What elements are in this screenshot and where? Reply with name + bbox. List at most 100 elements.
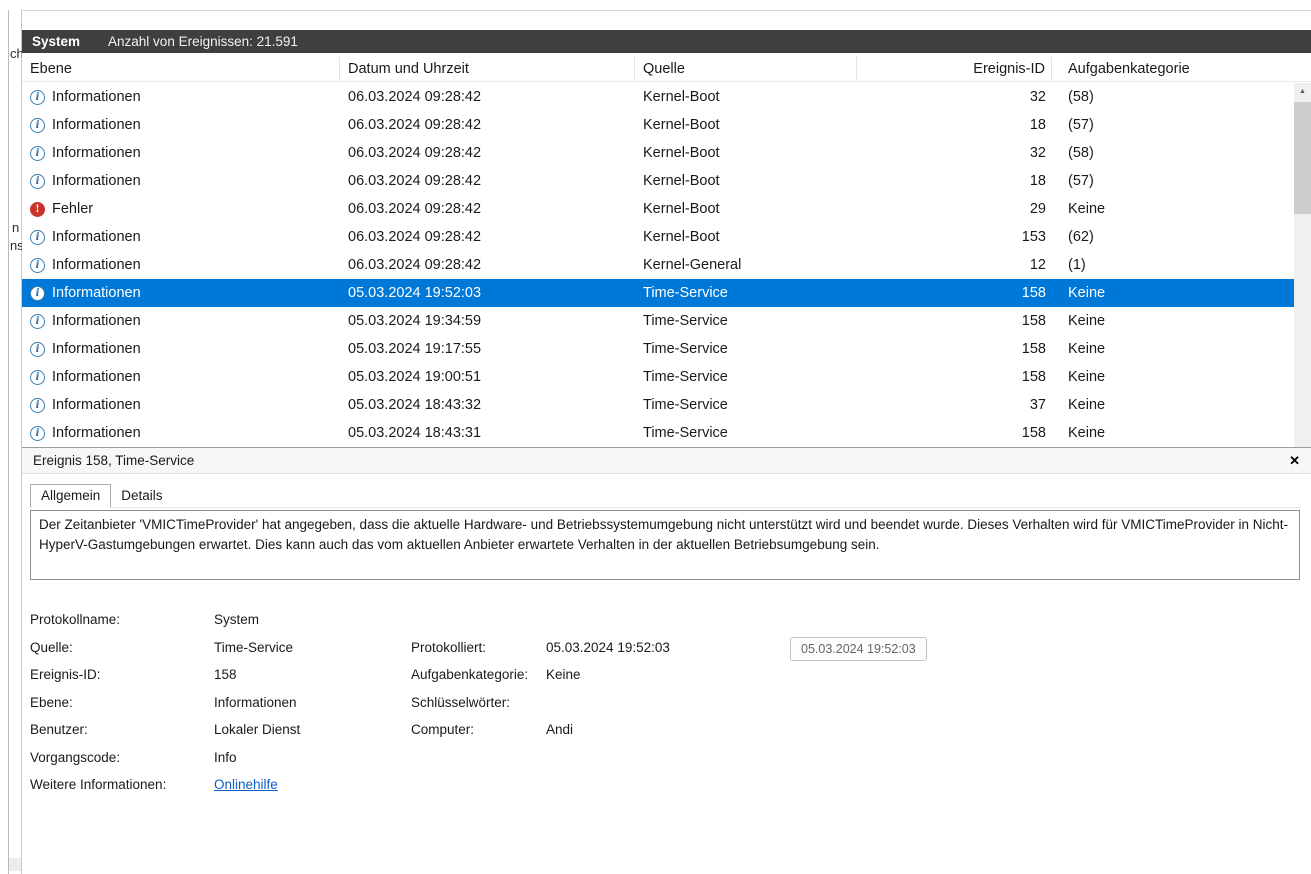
cell-source: Kernel-Boot [635, 223, 857, 251]
cell-source: Time-Service [635, 279, 857, 307]
field-row: Ereignis-ID: 158 Aufgabenkategorie: Kein… [30, 667, 1300, 695]
level-text: Informationen [52, 369, 141, 385]
field-value: Keine [546, 667, 1300, 682]
field-row: Benutzer: Lokaler Dienst Computer: Andi [30, 722, 1300, 750]
scrollbar-thumb[interactable] [1294, 102, 1311, 214]
level-text: Informationen [52, 285, 141, 301]
tree-text-fragment[interactable]: ch [10, 46, 22, 61]
error-icon [30, 202, 45, 217]
cell-source: Time-Service [635, 419, 857, 443]
table-row[interactable]: Informationen 05.03.2024 19:00:51 Time-S… [22, 363, 1294, 391]
table-row[interactable]: Informationen 06.03.2024 09:28:42 Kernel… [22, 251, 1294, 279]
event-viewer-screen: ch n ns System Anzahl von Ereignissen: 2… [0, 0, 1311, 874]
info-icon [30, 118, 45, 133]
cell-datetime: 06.03.2024 09:28:42 [340, 223, 635, 251]
level-text: Informationen [52, 229, 141, 245]
cell-category: Keine [1052, 363, 1294, 391]
info-icon [30, 314, 45, 329]
cell-level: Informationen [22, 111, 340, 139]
cell-level: Informationen [22, 363, 340, 391]
field-label: Protokollname: [30, 612, 214, 627]
close-icon[interactable]: ✕ [1289, 453, 1300, 469]
field-value: Lokaler Dienst [214, 722, 411, 737]
table-row[interactable]: Informationen 06.03.2024 09:28:42 Kernel… [22, 167, 1294, 195]
tree-text-fragment[interactable]: ns [10, 238, 22, 253]
column-header-ereignis-id[interactable]: Ereignis-ID [857, 57, 1052, 81]
table-row[interactable]: Informationen 06.03.2024 09:28:42 Kernel… [22, 223, 1294, 251]
level-text: Fehler [52, 201, 93, 217]
tree-text-fragment[interactable]: n [12, 220, 19, 235]
cell-source: Time-Service [635, 307, 857, 335]
field-label: Ebene: [30, 695, 214, 710]
field-label: Benutzer: [30, 722, 214, 737]
level-text: Informationen [52, 257, 141, 273]
field-value: System [214, 612, 411, 627]
info-icon [30, 370, 45, 385]
event-fields: Protokollname: System Quelle: Time-Servi… [30, 612, 1300, 805]
table-row[interactable]: Informationen 06.03.2024 09:28:42 Kernel… [22, 139, 1294, 167]
cell-event-id: 12 [857, 251, 1052, 279]
cell-event-id: 18 [857, 111, 1052, 139]
cell-event-id: 158 [857, 307, 1052, 335]
level-text: Informationen [52, 425, 141, 441]
detail-title-bar: Ereignis 158, Time-Service ✕ [22, 448, 1311, 474]
column-header-datum[interactable]: Datum und Uhrzeit [340, 57, 635, 81]
info-icon [30, 146, 45, 161]
info-icon [30, 174, 45, 189]
tab-details[interactable]: Details [111, 485, 172, 508]
datetime-tooltip: 05.03.2024 19:52:03 [790, 637, 927, 661]
level-text: Informationen [52, 397, 141, 413]
table-row-selected[interactable]: Informationen 05.03.2024 19:52:03 Time-S… [22, 279, 1294, 307]
cell-level: Informationen [22, 223, 340, 251]
table-row[interactable]: Fehler 06.03.2024 09:28:42 Kernel-Boot 2… [22, 195, 1294, 223]
field-value: Andi [546, 722, 1300, 737]
cell-datetime: 06.03.2024 09:28:42 [340, 251, 635, 279]
cell-source: Time-Service [635, 335, 857, 363]
vertical-scrollbar[interactable]: ▲ [1294, 83, 1311, 447]
cell-level: Informationen [22, 391, 340, 419]
table-row[interactable]: Informationen 05.03.2024 19:17:55 Time-S… [22, 335, 1294, 363]
cell-datetime: 05.03.2024 19:17:55 [340, 335, 635, 363]
table-row[interactable]: Informationen 05.03.2024 19:34:59 Time-S… [22, 307, 1294, 335]
info-icon [30, 230, 45, 245]
event-detail-pane: Ereignis 158, Time-Service ✕ Allgemein D… [22, 447, 1311, 874]
cell-event-id: 158 [857, 419, 1052, 443]
cell-datetime: 06.03.2024 09:28:42 [340, 139, 635, 167]
level-text: Informationen [52, 117, 141, 133]
table-row[interactable]: Informationen 05.03.2024 18:43:31 Time-S… [22, 419, 1294, 443]
online-help-link[interactable]: Onlinehilfe [214, 777, 278, 792]
info-icon [30, 426, 45, 441]
level-text: Informationen [52, 89, 141, 105]
cell-level: Informationen [22, 139, 340, 167]
table-row[interactable]: Informationen 05.03.2024 18:43:32 Time-S… [22, 391, 1294, 419]
cell-level: Fehler [22, 195, 340, 223]
field-value: Info [214, 750, 411, 765]
field-label: Protokolliert: [411, 640, 546, 655]
cell-category: (1) [1052, 251, 1294, 279]
cell-event-id: 153 [857, 223, 1052, 251]
scroll-up-icon[interactable]: ▲ [1294, 83, 1311, 100]
log-header-bar: System Anzahl von Ereignissen: 21.591 [22, 30, 1311, 53]
cell-category: (58) [1052, 139, 1294, 167]
cell-category: Keine [1052, 279, 1294, 307]
cell-event-id: 158 [857, 363, 1052, 391]
cell-datetime: 05.03.2024 19:34:59 [340, 307, 635, 335]
cell-source: Time-Service [635, 391, 857, 419]
tab-allgemein[interactable]: Allgemein [30, 484, 111, 508]
detail-title: Ereignis 158, Time-Service [33, 453, 1289, 468]
field-label: Schlüsselwörter: [411, 695, 546, 710]
level-text: Informationen [52, 173, 141, 189]
cell-datetime: 05.03.2024 18:43:32 [340, 391, 635, 419]
field-label: Vorgangscode: [30, 750, 214, 765]
field-value: Time-Service [214, 640, 411, 655]
column-header-ebene[interactable]: Ebene [22, 57, 340, 81]
table-row[interactable]: Informationen 06.03.2024 09:28:42 Kernel… [22, 83, 1294, 111]
table-row[interactable]: Informationen 06.03.2024 09:28:42 Kernel… [22, 111, 1294, 139]
column-header-quelle[interactable]: Quelle [635, 57, 857, 81]
column-header-aufgabenkategorie[interactable]: Aufgabenkategorie [1052, 57, 1311, 81]
cell-level: Informationen [22, 279, 340, 307]
field-row: Protokollname: System [30, 612, 1300, 640]
tree-scrollbar[interactable] [9, 858, 21, 871]
cell-event-id: 158 [857, 335, 1052, 363]
field-label: Weitere Informationen: [30, 777, 214, 792]
